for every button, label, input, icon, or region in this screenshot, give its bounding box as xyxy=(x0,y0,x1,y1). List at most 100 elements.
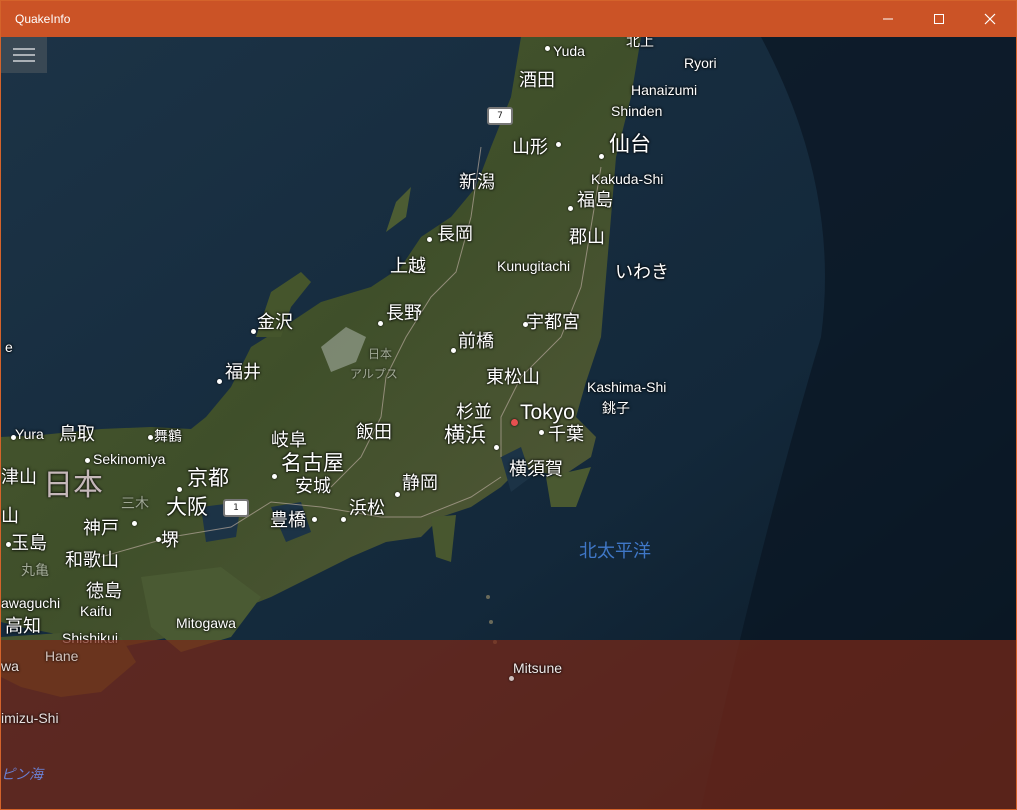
info-panel: Mitsune wa Hane imizu-Shi ピン海 xyxy=(1,640,1016,809)
city-dot xyxy=(177,487,182,492)
window-title: QuakeInfo xyxy=(15,12,71,26)
city-dot xyxy=(312,517,317,522)
city-dot xyxy=(494,445,499,450)
map-label: Mitogawa xyxy=(176,615,236,631)
city-dot xyxy=(217,379,222,384)
map-label: wa xyxy=(1,658,19,674)
maximize-button[interactable] xyxy=(914,1,964,37)
map-label: 丸亀 xyxy=(21,562,49,578)
map-label: 京都 xyxy=(187,467,229,490)
city-dot xyxy=(6,542,11,547)
map-label: 玉島 xyxy=(11,533,47,553)
map-label: Kunugitachi xyxy=(497,258,571,274)
map-label: 長野 xyxy=(386,303,422,323)
map-label: 三木 xyxy=(121,495,149,511)
map-label: 大阪 xyxy=(166,496,208,519)
map-label: 鳥取 xyxy=(59,424,95,444)
map-label: 北太平洋 xyxy=(579,541,651,561)
epicenter-marker[interactable] xyxy=(511,419,518,426)
map-label: いわき xyxy=(615,262,669,282)
city-dot xyxy=(251,329,256,334)
city-dot xyxy=(523,322,528,327)
city-dot xyxy=(395,492,400,497)
minimize-icon xyxy=(883,18,893,20)
map-label: 飯田 xyxy=(356,422,392,442)
map-label: 福井 xyxy=(225,362,261,382)
city-dot xyxy=(132,521,137,526)
map-label: Sekinomiya xyxy=(93,451,166,467)
city-dot xyxy=(427,237,432,242)
map-label: 東松山 xyxy=(486,367,540,387)
city-dot xyxy=(451,348,456,353)
map-label: Mitsune xyxy=(513,660,563,676)
map-label: 長岡 xyxy=(437,224,473,244)
city-dot xyxy=(545,46,550,51)
map-label: 千葉 xyxy=(548,424,584,444)
map-label: 日本 xyxy=(368,347,393,361)
route-shield: 1 xyxy=(223,499,249,517)
map-label: Hanaizumi xyxy=(631,82,698,98)
city-dot xyxy=(156,537,161,542)
city-dot xyxy=(509,676,514,681)
map-label: 前橋 xyxy=(458,331,494,351)
map-label: 高知 xyxy=(5,616,41,636)
close-button[interactable] xyxy=(965,1,1015,37)
map-label: e xyxy=(5,339,13,355)
map-label: awaguchi xyxy=(1,595,61,611)
map-label: 静岡 xyxy=(402,473,438,493)
map-label: Yuda xyxy=(553,43,585,59)
map-label: 岐阜 xyxy=(271,430,307,450)
map-label: 堺 xyxy=(161,530,179,550)
map-label: 上越 xyxy=(390,256,426,276)
city-dot xyxy=(148,435,153,440)
map-label: 杉並 xyxy=(456,402,492,422)
app-window: QuakeInfo 7 1 Yuda 北上 Ryori 酒田 Hanaizumi… xyxy=(0,0,1017,810)
map-label: 浜松 xyxy=(349,498,385,518)
city-dot xyxy=(272,474,277,479)
map-label: 名古屋 xyxy=(281,452,344,475)
map-label: 舞鶴 xyxy=(154,428,182,444)
close-icon xyxy=(984,13,996,25)
city-dot xyxy=(568,206,573,211)
map-label: アルプス xyxy=(350,367,398,381)
map-label: Yura xyxy=(15,426,44,442)
route-shield: 7 xyxy=(487,107,513,125)
map-label: Kashima-Shi xyxy=(587,379,667,395)
map-label: 和歌山 xyxy=(65,550,119,570)
map-label: 山形 xyxy=(512,137,548,157)
city-dot xyxy=(11,435,16,440)
map-label: 横須賀 xyxy=(509,459,563,479)
maximize-icon xyxy=(934,14,944,24)
hamburger-menu-icon xyxy=(13,48,35,62)
map-label: Tokyo xyxy=(520,401,575,424)
map-label: 仙台 xyxy=(609,133,651,156)
map-label: Kakuda-Shi xyxy=(591,171,664,187)
map-label: Shinden xyxy=(611,103,663,119)
city-dot xyxy=(85,458,90,463)
map-label: 横浜 xyxy=(444,424,486,447)
map-label: 福島 xyxy=(577,190,613,210)
map-label: 安城 xyxy=(295,476,331,496)
map-label: Hane xyxy=(45,648,79,664)
map-label: 日本 xyxy=(43,469,103,502)
map-label: 山 xyxy=(1,506,19,526)
city-dot xyxy=(556,142,561,147)
map-label: 徳島 xyxy=(86,581,122,601)
map-label: 神戸 xyxy=(83,518,119,538)
map-label: 宇都宮 xyxy=(526,312,580,332)
city-dot xyxy=(378,321,383,326)
city-dot xyxy=(539,430,544,435)
title-bar[interactable]: QuakeInfo xyxy=(1,1,1016,37)
minimize-button[interactable] xyxy=(863,1,913,37)
map-label: 新潟 xyxy=(459,172,495,192)
map-label: 豊橋 xyxy=(270,510,306,530)
map-label: Ryori xyxy=(684,55,717,71)
city-dot xyxy=(341,517,346,522)
hamburger-menu-button[interactable] xyxy=(1,37,47,73)
map-label: 酒田 xyxy=(519,70,555,90)
map-label: Kaifu xyxy=(80,603,112,619)
map-label: ピン海 xyxy=(1,766,43,782)
city-dot xyxy=(599,154,604,159)
map-label: 銚子 xyxy=(602,400,630,416)
map-label: 郡山 xyxy=(569,227,605,247)
